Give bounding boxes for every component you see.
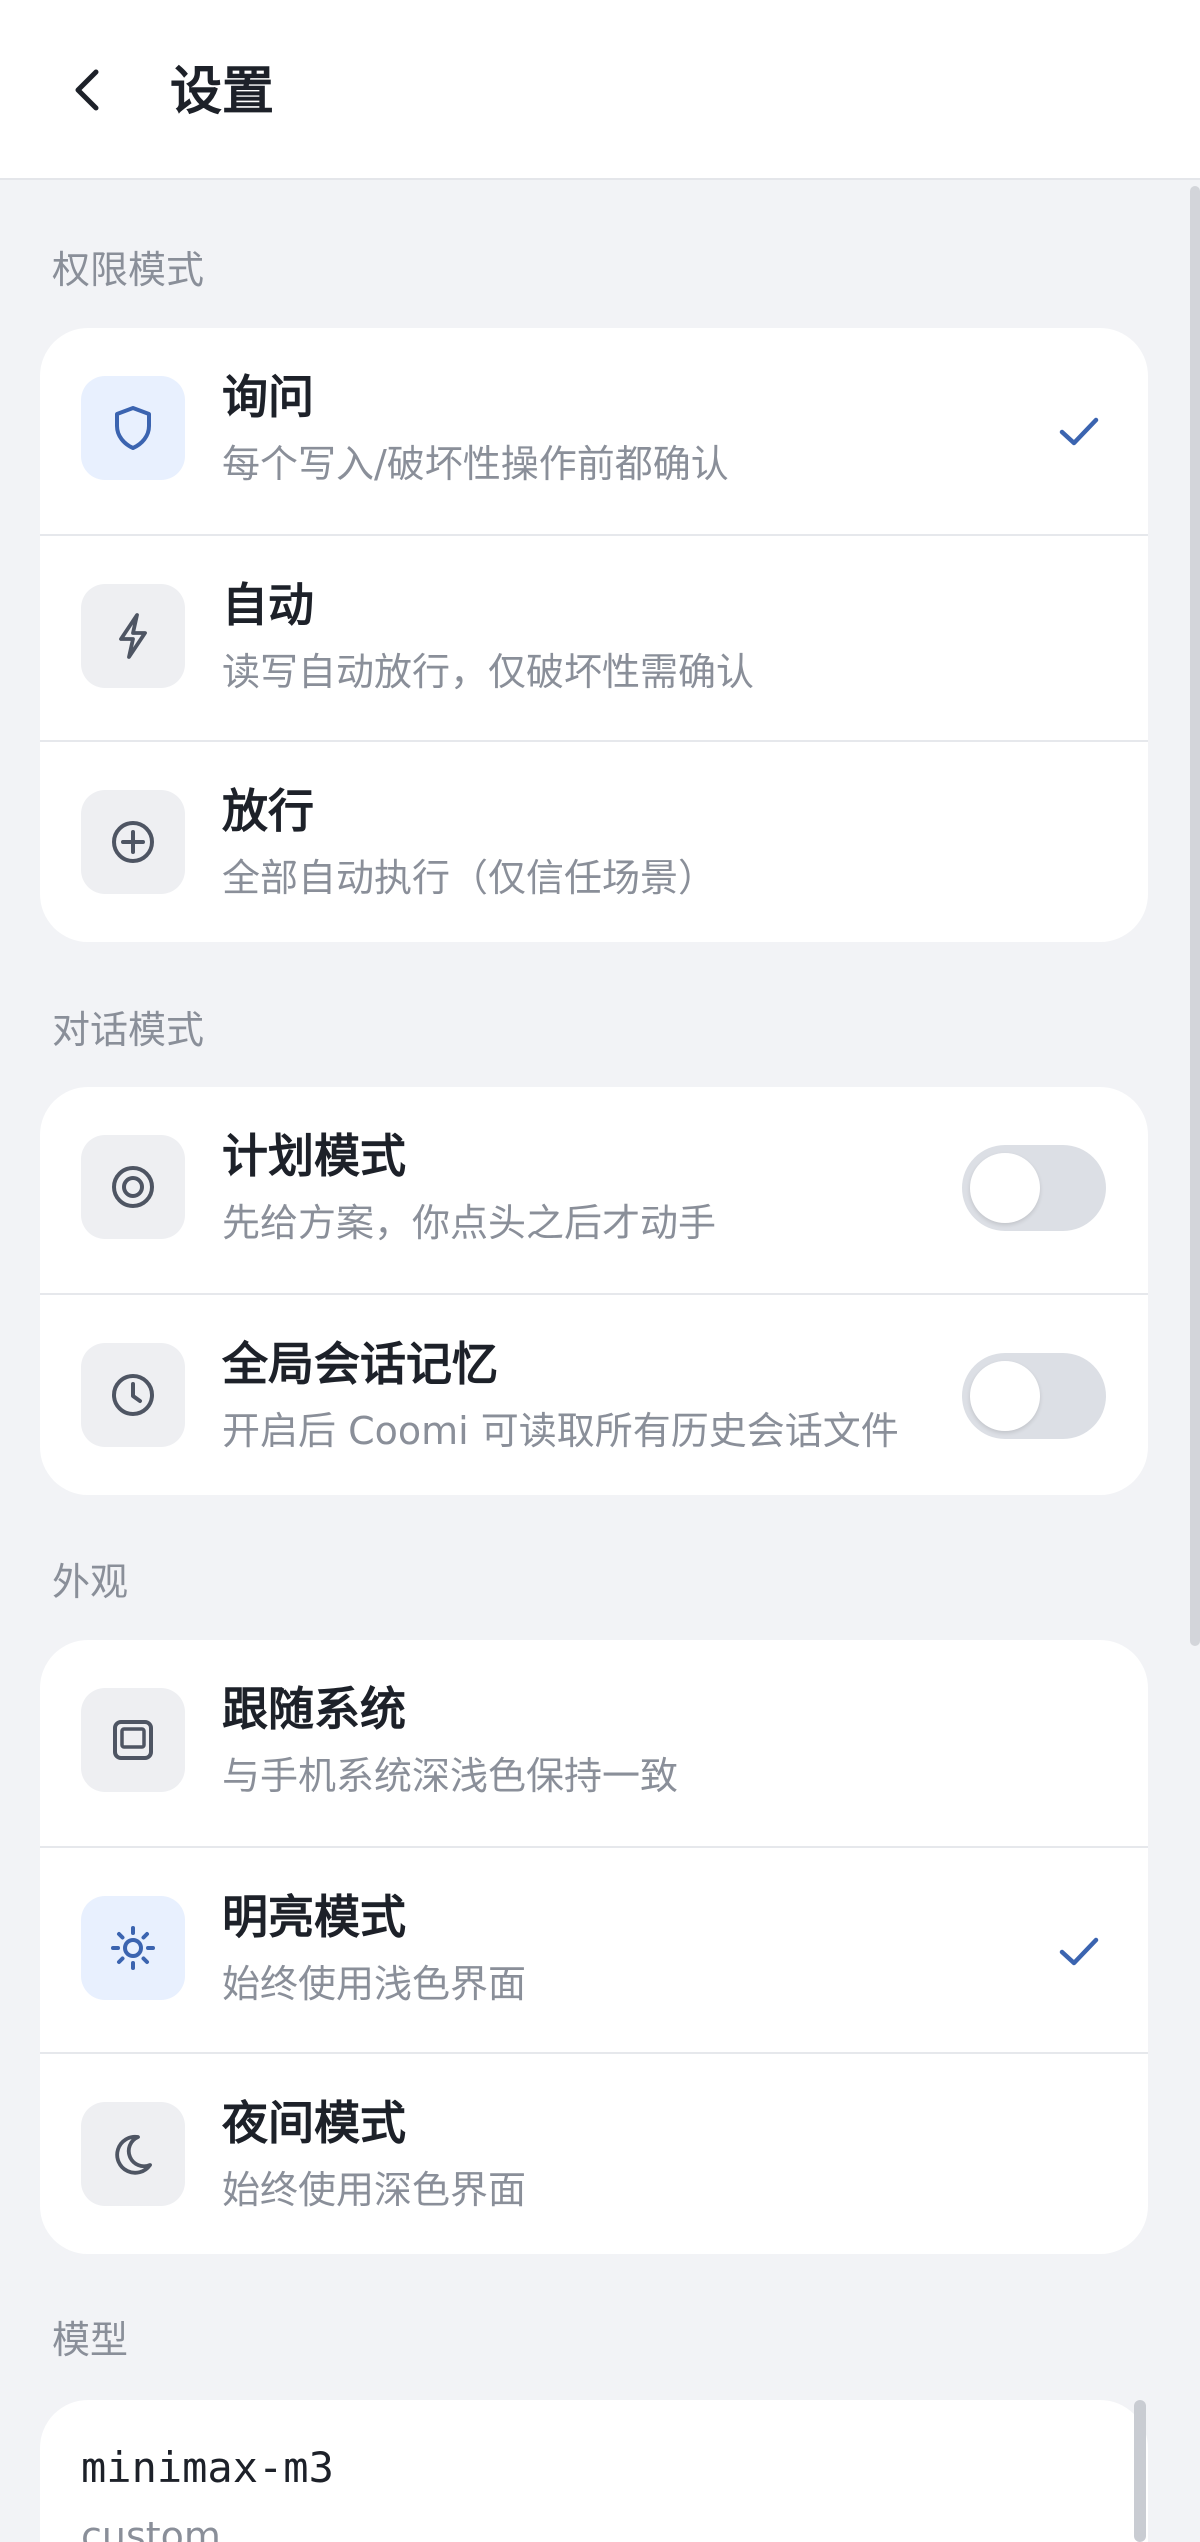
permission-option-description: 全部自动执行（仅信任场景） <box>222 856 717 900</box>
chevron-left-icon <box>75 69 99 111</box>
permission-option-description: 每个写入/破坏性操作前都确认 <box>222 442 729 486</box>
appearance-option-label: 夜间模式 <box>222 2096 406 2150</box>
scrollbar[interactable] <box>1190 186 1200 1646</box>
settings-scroll-area[interactable]: 权限模式 询问 每个写入/破坏性操作前都确认 自动 读写自动放行，仅破坏性需确认 <box>0 180 1200 2542</box>
clock-icon <box>81 1343 185 1447</box>
checkmark-icon <box>1059 417 1099 446</box>
model-list-scrollbar[interactable] <box>1134 2400 1146 2542</box>
sun-icon <box>81 1896 185 2000</box>
global-memory-row: 全局会话记忆 开启后 Coomi 可读取所有历史会话文件 <box>40 1293 1148 1495</box>
global-memory-toggle[interactable] <box>962 1353 1106 1439</box>
appearance-option-description: 与手机系统深浅色保持一致 <box>222 1754 679 1798</box>
plan-mode-description: 先给方案，你点头之后才动手 <box>222 1201 717 1245</box>
permission-option-ask[interactable]: 询问 每个写入/破坏性操作前都确认 <box>40 328 1148 534</box>
section-title-appearance: 外观 <box>52 1560 129 1604</box>
model-card: minimax-m3 custom <box>40 2400 1148 2542</box>
plan-mode-toggle[interactable] <box>962 1145 1106 1231</box>
permission-option-label: 自动 <box>222 578 314 632</box>
permission-option-label: 放行 <box>222 784 314 838</box>
plus-circle-icon <box>81 790 185 894</box>
plan-mode-row: 计划模式 先给方案，你点头之后才动手 <box>40 1087 1148 1293</box>
conversation-mode-card: 计划模式 先给方案，你点头之后才动手 全局会话记忆 开启后 Coomi 可读取所… <box>40 1087 1148 1495</box>
permission-option-description: 读写自动放行，仅破坏性需确认 <box>222 650 755 694</box>
device-icon <box>81 1688 185 1792</box>
lightning-icon <box>81 584 185 688</box>
moon-icon <box>81 2102 185 2206</box>
section-title-permission: 权限模式 <box>52 248 205 292</box>
permission-option-auto[interactable]: 自动 读写自动放行，仅破坏性需确认 <box>40 534 1148 740</box>
global-memory-description: 开启后 Coomi 可读取所有历史会话文件 <box>222 1409 899 1453</box>
model-name: minimax-m3 <box>81 2443 334 2492</box>
model-provider: custom <box>81 2514 221 2542</box>
appearance-option-label: 明亮模式 <box>222 1890 406 1944</box>
model-option[interactable]: minimax-m3 custom <box>40 2400 1148 2542</box>
appearance-option-description: 始终使用浅色界面 <box>222 1962 527 2006</box>
toggle-knob <box>970 1153 1040 1223</box>
section-title-conversation: 对话模式 <box>52 1008 205 1052</box>
appearance-option-dark[interactable]: 夜间模式 始终使用深色界面 <box>40 2052 1148 2254</box>
appearance-card: 跟随系统 与手机系统深浅色保持一致 明亮模式 始终使用浅色界面 夜间模式 始终使… <box>40 1640 1148 2254</box>
toggle-knob <box>970 1361 1040 1431</box>
global-memory-label: 全局会话记忆 <box>222 1337 498 1391</box>
top-bar: 设置 <box>0 0 1200 180</box>
appearance-option-light[interactable]: 明亮模式 始终使用浅色界面 <box>40 1846 1148 2052</box>
page-title: 设置 <box>170 62 275 122</box>
appearance-option-description: 始终使用深色界面 <box>222 2168 527 2212</box>
plan-mode-label: 计划模式 <box>222 1129 406 1183</box>
appearance-option-label: 跟随系统 <box>222 1682 406 1736</box>
permission-mode-card: 询问 每个写入/破坏性操作前都确认 自动 读写自动放行，仅破坏性需确认 放行 全… <box>40 328 1148 942</box>
permission-option-label: 询问 <box>222 370 314 424</box>
appearance-option-system[interactable]: 跟随系统 与手机系统深浅色保持一致 <box>40 1640 1148 1846</box>
permission-option-allow[interactable]: 放行 全部自动执行（仅信任场景） <box>40 740 1148 942</box>
shield-icon <box>81 376 185 480</box>
checkmark-icon <box>1059 1937 1099 1966</box>
section-title-model: 模型 <box>52 2318 129 2362</box>
back-button[interactable] <box>56 58 120 122</box>
target-icon <box>81 1135 185 1239</box>
